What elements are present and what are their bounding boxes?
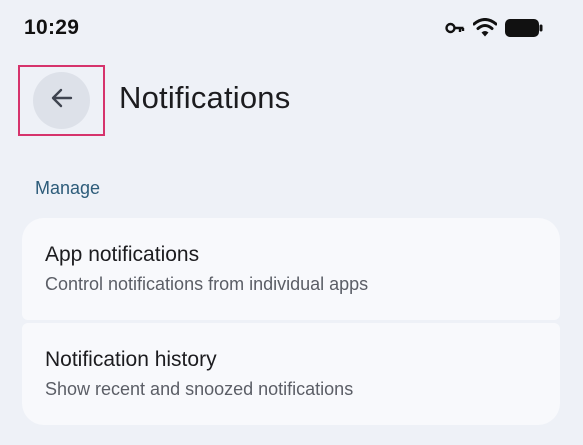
back-button[interactable] — [33, 72, 90, 129]
notification-history-item[interactable]: Notification history Show recent and sno… — [22, 323, 560, 425]
item-subtitle: Show recent and snoozed notifications — [45, 379, 354, 399]
item-title: App notifications — [45, 243, 200, 266]
section-header-manage: Manage — [35, 178, 101, 198]
page-title: Notifications — [119, 80, 291, 115]
battery-icon — [505, 18, 543, 37]
arrow-left-icon — [49, 85, 75, 116]
app-notifications-item[interactable]: App notifications Control notifications … — [22, 218, 560, 320]
vpn-key-icon — [445, 21, 465, 35]
app-bar: Notifications — [0, 62, 583, 140]
status-time: 10:29 — [24, 16, 80, 39]
item-subtitle: Control notifications from individual ap… — [45, 274, 369, 294]
status-icons — [445, 18, 543, 37]
wifi-icon — [473, 18, 497, 37]
item-title: Notification history — [45, 348, 217, 371]
status-bar: 10:29 — [0, 0, 583, 60]
